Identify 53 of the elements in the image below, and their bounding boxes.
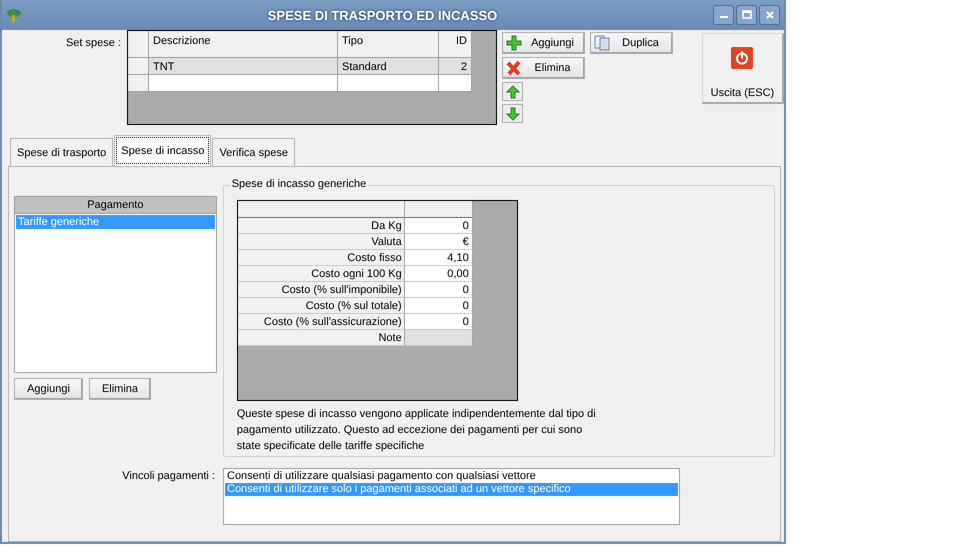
- set-spese-label: Set spese :: [64, 36, 121, 49]
- row-label: Valuta: [238, 234, 405, 250]
- tab[interactable]: Verifica spese: [212, 138, 295, 166]
- maximize-icon: [742, 10, 752, 20]
- row-label: Costo (% sul totale): [238, 298, 405, 314]
- tab[interactable]: Spese di incasso: [114, 135, 212, 166]
- add-button[interactable]: Aggiungi: [502, 32, 585, 54]
- column-header[interactable]: ID: [439, 31, 472, 58]
- tree-icon: [6, 8, 22, 22]
- duplicate-button[interactable]: Duplica: [590, 32, 673, 54]
- row-label: Costo (% sull'assicurazione): [238, 314, 405, 330]
- list-item[interactable]: Consenti di utilizzare qualsiasi pagamento con qualsiasi vettore: [225, 470, 678, 483]
- row-label: Da Kg: [238, 218, 405, 234]
- list-button[interactable]: Aggiungi: [14, 378, 83, 400]
- arrow-down-icon: [506, 106, 520, 120]
- value-cell[interactable]: [404, 330, 473, 346]
- column-header[interactable]: Tipo: [338, 31, 439, 58]
- column-header[interactable]: Descrizione: [149, 31, 338, 58]
- arrow-up-icon: [506, 84, 520, 98]
- exit-button[interactable]: Uscita (ESC): [702, 33, 784, 104]
- close-icon: [764, 10, 774, 20]
- close-button[interactable]: [759, 5, 780, 25]
- list-button[interactable]: Elimina: [89, 378, 151, 400]
- table-cell: Standard: [338, 58, 439, 75]
- value-cell[interactable]: 0: [404, 314, 473, 330]
- delete-button[interactable]: Elimina: [502, 57, 585, 79]
- row-label: Costo (% sull'imponibile): [238, 282, 405, 298]
- plus-icon: [506, 35, 522, 51]
- value-cell[interactable]: €: [404, 234, 473, 250]
- description-text: Queste spese di incasso vengono applicate indipendentemente dal tipo di pagamento utilizzato. Questo ad eccezione dei pagamenti per cui sono state specificate delle tariffe specifiche: [236, 407, 597, 454]
- table-cell: TNT: [149, 58, 338, 75]
- window-title: SPESE DI TRASPORTO ED INCASSO: [266, 8, 498, 22]
- minimize-button[interactable]: [713, 5, 734, 25]
- value-cell[interactable]: 0,00: [404, 266, 473, 282]
- row-label: Note: [238, 330, 405, 346]
- move-up-button[interactable]: [502, 82, 523, 101]
- maximize-button[interactable]: [736, 5, 757, 25]
- value-cell[interactable]: 0: [404, 218, 473, 234]
- value-cell[interactable]: 0: [404, 298, 473, 314]
- cross-icon: [506, 60, 522, 76]
- list-header: Pagamento: [15, 197, 216, 214]
- table-cell: 2: [439, 58, 472, 75]
- power-icon: [731, 47, 754, 69]
- row-label: Costo ogni 100 Kg: [238, 266, 405, 282]
- vincoli-label: Vincoli pagamenti :: [121, 469, 215, 482]
- value-cell[interactable]: 0: [404, 282, 473, 298]
- row-label: Costo fisso: [238, 250, 405, 266]
- move-down-button[interactable]: [502, 104, 523, 123]
- value-cell[interactable]: 4,10: [404, 250, 473, 266]
- copy-icon: [594, 35, 610, 51]
- grid-row[interactable]: TNT Standard 2: [128, 58, 496, 75]
- tab[interactable]: Spese di trasporto: [10, 138, 114, 166]
- group-title: Spese di incasso generiche: [230, 178, 368, 190]
